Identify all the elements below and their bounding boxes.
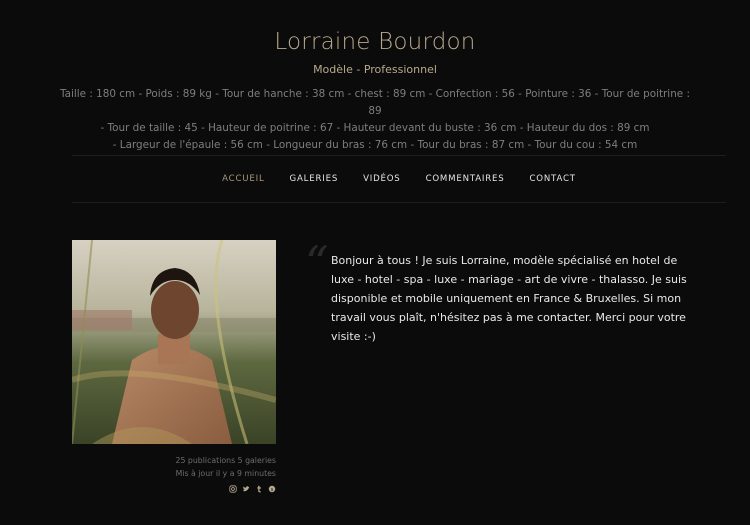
nav-galeries[interactable]: GALERIES xyxy=(290,174,339,184)
profile-name: Lorraine Bourdon xyxy=(274,29,476,55)
publications-count: 25 publications 5 galeries xyxy=(175,456,276,465)
measurements-line: - Largeur de l'épaule : 56 cm - Longueur… xyxy=(112,139,638,151)
bio-text: Bonjour à tous ! Je suis Lorraine, modèl… xyxy=(331,254,687,343)
quote-mark: “ xyxy=(305,236,329,290)
twitter-icon[interactable] xyxy=(242,485,250,493)
nav-accueil[interactable]: ACCUEIL xyxy=(222,174,264,184)
gallery-meta: 25 publications 5 galeries Mis à jour il… xyxy=(72,455,276,480)
social-links: s xyxy=(222,484,276,494)
profile-photo-image xyxy=(72,240,276,444)
last-updated: Mis à jour il y a 9 minutes xyxy=(175,468,276,478)
profile-photo[interactable] xyxy=(72,240,276,444)
profile-header: Lorraine Bourdon Modèle - Professionnel … xyxy=(0,0,750,154)
measurements: Taille : 180 cm - Poids : 89 kg - Tour d… xyxy=(55,86,695,154)
nav-videos[interactable]: VIDÉOS xyxy=(363,174,400,184)
measurements-line: Taille : 180 cm - Poids : 89 kg - Tour d… xyxy=(60,88,690,117)
measurements-line: - Tour de taille : 45 - Hauteur de poitr… xyxy=(100,122,650,134)
skype-icon[interactable]: s xyxy=(268,485,276,493)
instagram-icon[interactable] xyxy=(229,485,237,493)
nav-contact[interactable]: CONTACT xyxy=(529,174,575,184)
tumblr-icon[interactable] xyxy=(255,485,263,493)
profile-subtitle: Modèle - Professionnel xyxy=(313,63,437,76)
nav-commentaires[interactable]: COMMENTAIRES xyxy=(426,174,505,184)
main-nav: ACCUEIL GALERIES VIDÉOS COMMENTAIRES CON… xyxy=(72,155,726,203)
